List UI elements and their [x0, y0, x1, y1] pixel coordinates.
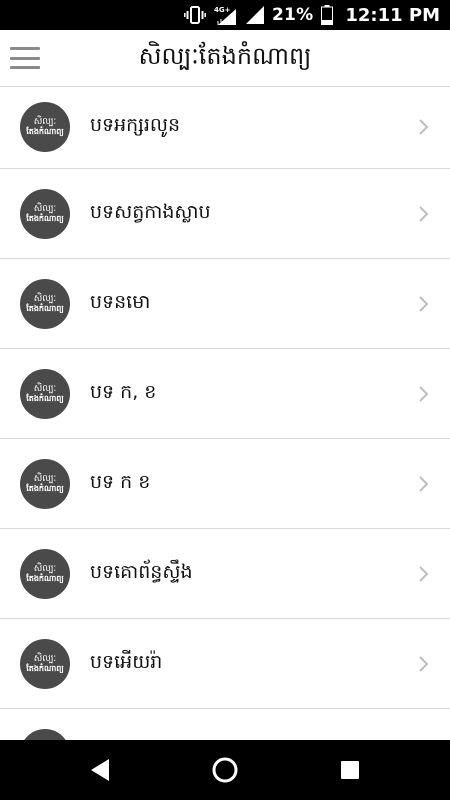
chevron-right-icon	[419, 385, 429, 402]
list-item-label: បទនមោ	[90, 290, 151, 313]
app-bar: សិល្បៈតែងកំណាព្យ	[0, 30, 450, 87]
avatar	[20, 729, 70, 740]
avatar-line1: សិល្បៈ	[33, 653, 57, 664]
avatar: សិល្បៈ តែងកំណាព្យ	[20, 102, 70, 152]
list-item[interactable]: សិល្បៈ តែងកំណាព្យ បទអើយរ៉ា	[0, 619, 450, 709]
list-item-label: បទអើយរ៉ា	[90, 650, 163, 673]
chevron-right-icon	[419, 295, 429, 312]
battery-icon	[321, 5, 334, 25]
avatar-line1: សិល្បៈ	[33, 203, 57, 214]
avatar: សិល្បៈ តែងកំណាព្យ	[20, 548, 70, 599]
status-icons: 4G+ 21% 12:11 PM	[184, 0, 440, 30]
avatar: សិល្បៈ តែងកំណាព្យ	[20, 638, 70, 689]
list-item[interactable]: សិល្បៈ តែងកំណាព្យ បទ ក ខ	[0, 439, 450, 529]
home-icon	[212, 757, 238, 783]
vibrate-icon	[184, 6, 206, 24]
recent-apps-icon	[341, 761, 359, 779]
avatar-line2: តែងកំណាព្យ	[26, 573, 64, 583]
avatar: សិល្បៈ តែងកំណាព្យ	[20, 458, 70, 509]
chevron-right-icon	[419, 655, 429, 672]
avatar-line2: តែងកំណាព្យ	[26, 483, 64, 493]
back-button[interactable]	[70, 740, 130, 800]
avatar-line1: សិល្បៈ	[33, 473, 57, 484]
chevron-right-icon	[419, 205, 429, 222]
list-item[interactable]: សិល្បៈ តែងកំណាព្យ បទគោព័ន្ធស្ទឹង	[0, 529, 450, 619]
poem-style-list: សិល្បៈ តែងកំណាព្យ បទអក្សរលូន សិល្បៈ តែងក…	[0, 86, 450, 740]
avatar: សិល្បៈ តែងកំណាព្យ	[20, 368, 70, 419]
recent-apps-button[interactable]	[320, 740, 380, 800]
network-type-text: 4G+	[214, 6, 231, 14]
list-item-label: បទ ក, ខ	[90, 380, 157, 403]
avatar-line1: សិល្បៈ	[33, 117, 57, 127]
avatar-line1: សិល្បៈ	[33, 383, 57, 394]
chevron-right-icon	[419, 565, 429, 582]
avatar-line1: សិល្បៈ	[33, 293, 57, 304]
avatar-line2: តែងកំណាព្យ	[26, 393, 64, 403]
list-item-label: បទសត្វកាងស្លាប	[90, 200, 211, 223]
page-title: សិល្បៈតែងកំណាព្យ	[138, 41, 312, 70]
list-item-label: បទ ក ខ	[90, 470, 151, 493]
list-item-label: បទអក្សរលូន	[90, 114, 181, 136]
list-item-label: បទគោព័ន្ធស្ទឹង	[90, 560, 193, 583]
status-bar: 4G+ 21% 12:11 PM	[0, 0, 450, 30]
home-button[interactable]	[195, 740, 255, 800]
chevron-right-icon	[419, 119, 429, 135]
avatar: សិល្បៈ តែងកំណាព្យ	[20, 188, 70, 239]
list-item[interactable]: សិល្បៈ តែងកំណាព្យ បទសត្វកាងស្លាប	[0, 169, 450, 259]
chevron-right-icon	[419, 475, 429, 492]
cell-signal-icon	[246, 6, 265, 24]
battery-percent: 21%	[272, 5, 314, 25]
list-item[interactable]: សិល្បៈ តែងកំណាព្យ បទអក្សរលូន	[0, 86, 450, 169]
list-item-partial[interactable]	[0, 709, 450, 740]
navigation-bar	[0, 740, 450, 800]
avatar-line2: តែងកំណាព្យ	[26, 213, 64, 223]
lte-signal-icon: 4G+	[214, 5, 238, 25]
clock: 12:11 PM	[345, 4, 440, 26]
avatar-line2: តែងកំណាព្យ	[26, 303, 64, 313]
list-item[interactable]: សិល្បៈ តែងកំណាព្យ បទ ក, ខ	[0, 349, 450, 439]
avatar: សិល្បៈ តែងកំណាព្យ	[20, 278, 70, 329]
avatar-line1: សិល្បៈ	[33, 563, 57, 574]
list-item[interactable]: សិល្បៈ តែងកំណាព្យ បទនមោ	[0, 259, 450, 349]
avatar-line2: តែងកំណាព្យ	[26, 127, 64, 136]
back-icon	[91, 759, 109, 781]
avatar-line2: តែងកំណាព្យ	[26, 663, 64, 673]
